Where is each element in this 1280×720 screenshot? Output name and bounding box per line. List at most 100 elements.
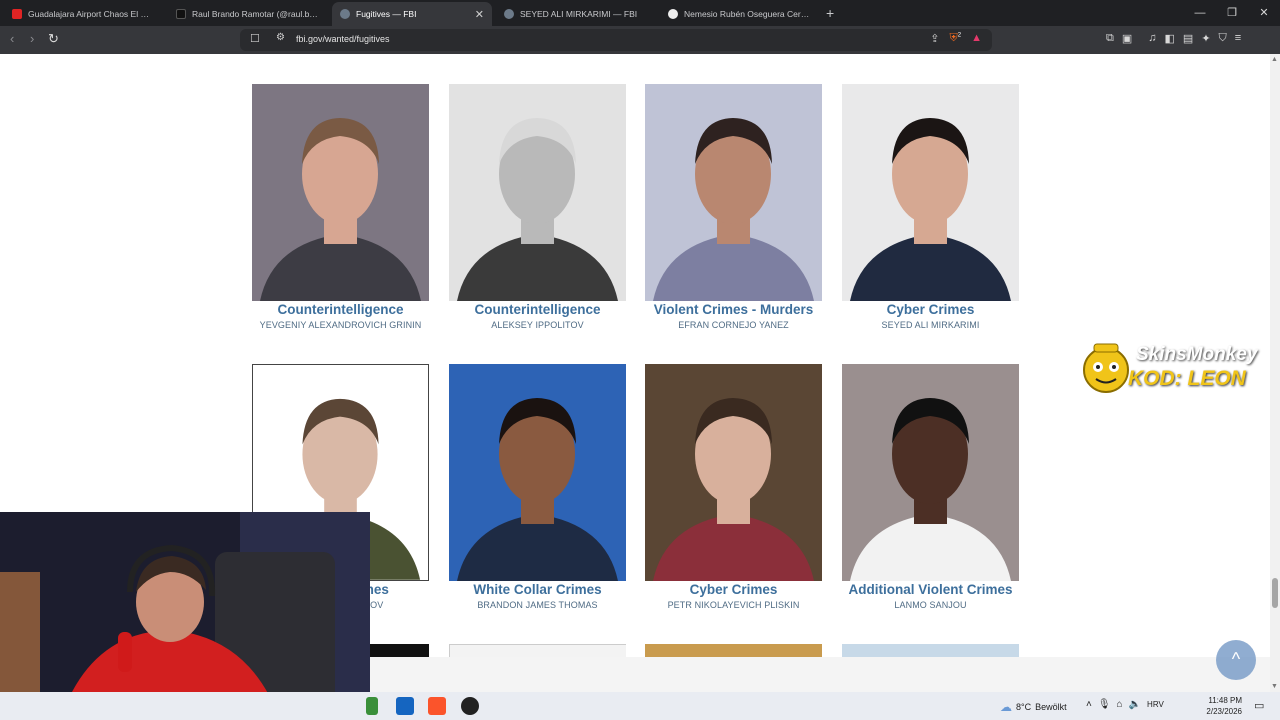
weather-text: Bewölkt — [1035, 702, 1067, 712]
fugitive-photo[interactable] — [645, 364, 822, 581]
back-icon[interactable]: ‹ — [10, 31, 14, 46]
extensions-area: ⧉ ▣ ♫ ◧ ▤ ✦ ⛉ ≡ — [1106, 32, 1241, 45]
fugitive-card[interactable]: Counterintelligence YEVGENIY ALEXANDROVI… — [252, 84, 429, 330]
fugitive-name-link[interactable]: PETR NIKOLAYEVICH PLISKIN — [645, 600, 822, 610]
tab-1[interactable]: Raul Brando Ramotar (@raul.brando — [168, 2, 328, 26]
url-text[interactable]: fbi.gov/wanted/fugitives — [296, 34, 390, 44]
fugitive-photo[interactable] — [449, 84, 626, 301]
tab-label: SEYED ALI MIRKARIMI — FBI — [520, 9, 638, 19]
outlook-icon[interactable] — [396, 697, 414, 715]
crime-category-link[interactable]: Cyber Crimes — [842, 302, 1019, 317]
tab-3[interactable]: SEYED ALI MIRKARIMI — FBI — [496, 2, 656, 26]
crime-category-link[interactable]: Additional Violent Crimes — [842, 582, 1019, 597]
volume-icon[interactable]: 🔈 — [1129, 699, 1141, 710]
crime-category-link[interactable]: White Collar Crimes — [449, 582, 626, 597]
taskbar-app-icon[interactable] — [366, 697, 378, 715]
fbi-seal-icon — [504, 9, 514, 19]
fugitive-card[interactable]: Cyber Crimes PETR NIKOLAYEVICH PLISKIN — [645, 364, 822, 610]
new-tab-icon[interactable]: + — [826, 5, 834, 21]
restore-icon[interactable]: ❐ — [1216, 0, 1248, 26]
obs-icon[interactable] — [461, 697, 479, 715]
fugitive-photo[interactable] — [252, 84, 429, 301]
fugitive-name-link[interactable]: SEYED ALI MIRKARIMI — [842, 320, 1019, 330]
tab-strip: Guadalajara Airport Chaos El Mencho Raul… — [0, 0, 1280, 26]
back-to-top-button[interactable]: ^ — [1216, 640, 1256, 680]
fugitive-photo-partial[interactable] — [449, 644, 626, 658]
page-scrollbar[interactable]: ▲ ▼ — [1270, 54, 1280, 692]
fugitive-card[interactable]: White Collar Crimes BRANDON JAMES THOMAS — [449, 364, 626, 610]
fugitive-card[interactable]: Counterintelligence ALEKSEY IPPOLITOV — [449, 84, 626, 330]
wallet-alt-icon[interactable]: ▤ — [1183, 32, 1193, 45]
site-info-icon[interactable]: ⚙ — [276, 32, 285, 43]
bookmark-icon[interactable]: ☐ — [250, 32, 260, 45]
close-tab-icon[interactable]: ✕ — [475, 8, 484, 21]
chevron-up-icon: ^ — [1231, 649, 1241, 669]
webcam-image — [0, 512, 370, 720]
temperature: 8°C — [1016, 702, 1032, 712]
cloud-icon: ☁ — [1000, 700, 1012, 714]
fugitive-photo[interactable] — [842, 364, 1019, 581]
fugitive-photo-partial[interactable] — [842, 644, 1019, 658]
fugitive-name-link[interactable]: EFRAN CORNEJO YANEZ — [645, 320, 822, 330]
language-indicator[interactable]: HRV — [1147, 700, 1164, 710]
rewards-icon[interactable]: ▲ — [971, 32, 982, 45]
stream-promo-overlay: SkinsMonkey KOD: LEON — [1078, 340, 1270, 398]
fugitive-card[interactable]: Cyber Crimes SEYED ALI MIRKARIMI — [842, 84, 1019, 330]
tab-2[interactable]: Fugitives — FBI ✕ — [332, 2, 492, 26]
fugitive-card[interactable]: Additional Violent Crimes LANMO SANJOU — [842, 364, 1019, 610]
brave-browser-icon[interactable] — [428, 697, 446, 715]
clock[interactable]: 11:48 PM 2/23/2026 — [1198, 695, 1242, 717]
tab-label: Nemesio Rubén Oseguera Cervantes — [684, 9, 812, 19]
share-icon[interactable]: ⇪ — [930, 32, 939, 45]
fugitive-photo[interactable] — [645, 84, 822, 301]
fugitive-name-link[interactable]: ALEKSEY IPPOLITOV — [449, 320, 626, 330]
extensions-icon[interactable]: ⧉ — [1106, 32, 1114, 45]
close-window-icon[interactable]: ✕ — [1248, 0, 1280, 26]
crime-category-link[interactable]: Violent Crimes - Murders — [645, 302, 822, 317]
windows-taskbar: ☁ 8°C Bewölkt ˄ 🎙 ⌂ 🔈 HRV 11:48 PM 2/23/… — [0, 692, 1280, 720]
fugitive-photo-partial[interactable] — [645, 644, 822, 658]
menu-icon[interactable]: ≡ — [1235, 32, 1241, 45]
weather-widget[interactable]: ☁ 8°C Bewölkt — [1000, 700, 1067, 714]
crime-category-link[interactable]: Counterintelligence — [449, 302, 626, 317]
tab-0[interactable]: Guadalajara Airport Chaos El Mencho — [4, 2, 164, 26]
fugitive-photo[interactable] — [449, 364, 626, 581]
fugitive-name-link[interactable]: LANMO SANJOU — [842, 600, 1019, 610]
chevron-up-icon[interactable]: ˄ — [1086, 699, 1092, 710]
reload-icon[interactable]: ↻ — [48, 31, 59, 47]
fugitive-photo[interactable] — [842, 84, 1019, 301]
crime-category-link[interactable]: Cyber Crimes — [645, 582, 822, 597]
tab-label: Fugitives — FBI — [356, 9, 417, 19]
vpn-icon[interactable]: ⛉ — [1219, 32, 1227, 45]
scrollbar-thumb[interactable] — [1272, 578, 1278, 608]
leo-ai-icon[interactable]: ✦ — [1201, 32, 1210, 45]
scroll-up-icon[interactable]: ▲ — [1271, 56, 1278, 63]
forward-icon[interactable]: › — [30, 31, 34, 46]
system-tray: ˄ 🎙 ⌂ 🔈 HRV — [1086, 699, 1164, 710]
scroll-down-icon[interactable]: ▼ — [1271, 683, 1278, 690]
monkey-logo-icon — [1083, 343, 1129, 393]
microphone-icon[interactable]: 🎙 — [1098, 699, 1111, 710]
fugitive-name-link[interactable]: YEVGENIY ALEXANDROVICH GRININ — [252, 320, 429, 330]
network-icon[interactable]: ⌂ — [1117, 699, 1123, 710]
sidebar-icon[interactable]: ◧ — [1165, 32, 1175, 45]
fugitive-card[interactable]: Violent Crimes - Murders EFRAN CORNEJO Y… — [645, 84, 822, 330]
brave-shield-icon[interactable]: ⛨2 — [950, 32, 962, 45]
tab-4[interactable]: Nemesio Rubén Oseguera Cervantes — [660, 2, 820, 26]
crime-category-link[interactable]: Counterintelligence — [252, 302, 429, 317]
wallet-icon[interactable]: ▣ — [1122, 32, 1132, 45]
fbi-seal-icon — [340, 9, 350, 19]
tab-label: Guadalajara Airport Chaos El Mencho — [28, 9, 156, 19]
streamer-webcam — [0, 512, 370, 720]
shield-badge: 2 — [957, 32, 962, 39]
window-controls: — ❐ ✕ — [1184, 0, 1280, 26]
media-icon[interactable]: ♫ — [1148, 32, 1156, 45]
browser-toolbar: ‹ › ↻ ☐ ⚙ fbi.gov/wanted/fugitives ⇪ ⛨2 … — [0, 26, 1280, 54]
address-bar[interactable]: ☐ ⚙ fbi.gov/wanted/fugitives ⇪ ⛨2 ▲ — [240, 29, 992, 51]
fugitive-name-link[interactable]: BRANDON JAMES THOMAS — [449, 600, 626, 610]
clock-time: 11:48 PM — [1208, 696, 1242, 705]
promo-code-text: KOD: LEON — [1128, 367, 1246, 390]
minimize-icon[interactable]: — — [1184, 0, 1216, 26]
youtube-icon — [12, 9, 22, 19]
notification-icon[interactable]: ▭ — [1254, 699, 1264, 712]
